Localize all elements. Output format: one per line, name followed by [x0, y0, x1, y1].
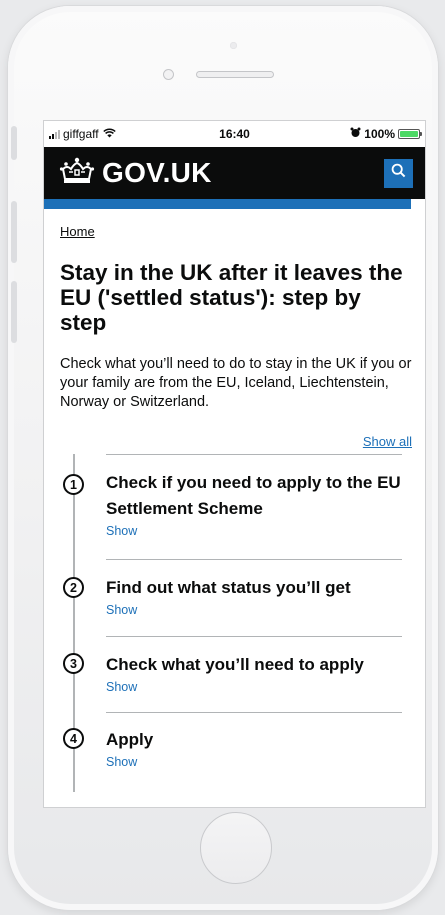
signal-icon	[49, 129, 60, 139]
step-title[interactable]: Check if you need to apply to the EU Set…	[106, 470, 412, 522]
home-button[interactable]	[200, 812, 272, 884]
show-all-link[interactable]: Show all	[363, 434, 412, 449]
step-show-link[interactable]: Show	[106, 755, 137, 769]
step-divider	[106, 454, 402, 455]
search-icon	[391, 163, 406, 183]
page-lead: Check what you’ll need to do to stay in …	[60, 356, 412, 410]
step-title[interactable]: Check what you’ll need to apply	[106, 652, 412, 678]
step-title[interactable]: Find out what status you’ll get	[106, 575, 412, 601]
phone-screen: giffgaff 16:40 100% GOV.UK Home Stay in …	[43, 120, 426, 808]
step-number-circle: 2	[63, 577, 84, 598]
step-number-circle: 3	[63, 653, 84, 674]
step-number-circle: 4	[63, 728, 84, 749]
step-show-link[interactable]: Show	[106, 603, 137, 617]
volume-down-button	[11, 281, 17, 343]
header-accent-bar	[44, 199, 411, 209]
show-all-row: Show all	[60, 433, 412, 451]
breadcrumb-home-link[interactable]: Home	[60, 224, 95, 239]
search-button[interactable]	[384, 158, 413, 188]
step-show-link[interactable]: Show	[106, 680, 137, 694]
battery-charging-icon	[398, 129, 422, 139]
step-title[interactable]: Apply	[106, 727, 412, 753]
step-number-circle: 1	[63, 474, 84, 495]
step-item[interactable]: 3 Check what you’ll need to apply Show	[60, 636, 412, 712]
govuk-header: GOV.UK	[44, 147, 425, 199]
carrier-name: giffgaff	[63, 127, 99, 141]
step-divider	[106, 559, 402, 560]
earpiece-speaker	[196, 71, 274, 78]
step-item[interactable]: 1 Check if you need to apply to the EU S…	[60, 454, 412, 559]
proximity-sensor	[230, 42, 237, 49]
step-divider	[106, 636, 402, 637]
main-content: Home Stay in the UK after it leaves the …	[44, 209, 425, 792]
silent-switch	[11, 126, 17, 160]
page-title: Stay in the UK after it leaves the EU ('…	[60, 260, 403, 335]
phone-frame: giffgaff 16:40 100% GOV.UK Home Stay in …	[8, 6, 438, 910]
step-item[interactable]: 4 Apply Show	[60, 712, 412, 792]
front-camera	[163, 69, 174, 80]
wifi-icon	[102, 127, 116, 141]
battery-percent: 100%	[364, 127, 395, 141]
step-show-link[interactable]: Show	[106, 524, 137, 538]
volume-up-button	[11, 201, 17, 263]
step-nav: 1 Check if you need to apply to the EU S…	[60, 454, 412, 792]
crown-icon	[59, 157, 102, 190]
status-bar: giffgaff 16:40 100%	[44, 121, 425, 147]
status-right: 100%	[350, 127, 422, 141]
govuk-logo-link[interactable]: GOV.UK	[102, 157, 212, 189]
alarm-icon	[350, 127, 361, 141]
step-divider	[106, 712, 402, 713]
step-item[interactable]: 2 Find out what status you’ll get Show	[60, 559, 412, 636]
